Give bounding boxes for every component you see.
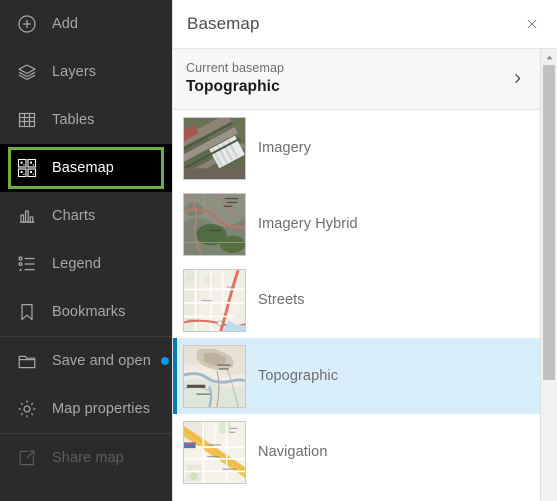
- imagery-thumbnail: [183, 116, 246, 180]
- close-icon[interactable]: [521, 13, 543, 35]
- folder-icon: [16, 350, 38, 372]
- sidebar-item-share-map: Share map: [0, 434, 172, 482]
- basemap-name: Navigation: [258, 444, 328, 460]
- bar-chart-icon: [16, 205, 38, 227]
- navigation-thumbnail: [183, 420, 246, 484]
- list-item[interactable]: Navigation: [173, 414, 540, 490]
- sidebar-item-label: Tables: [52, 112, 95, 128]
- sidebar-item-tables[interactable]: Tables: [0, 96, 172, 144]
- list-item[interactable]: Streets: [173, 262, 540, 338]
- topographic-thumbnail: [183, 344, 246, 408]
- unsaved-changes-badge: [160, 357, 169, 365]
- sidebar-item-label: Basemap: [52, 160, 114, 176]
- panel-scrollbar[interactable]: [540, 49, 557, 501]
- basemap-name: Topographic: [258, 368, 339, 384]
- sidebar-item-layers[interactable]: Layers: [0, 48, 172, 96]
- sidebar-item-charts[interactable]: Charts: [0, 192, 172, 240]
- sidebar-item-map-properties[interactable]: Map properties: [0, 385, 172, 433]
- current-basemap-row[interactable]: Current basemap Topographic: [173, 49, 540, 110]
- list-item[interactable]: Topographic: [173, 338, 540, 414]
- scroll-up-arrow-icon[interactable]: [541, 49, 557, 65]
- basemap-list: Imagery Imagery Hybrid Streets Topograph…: [173, 110, 540, 490]
- sidebar-item-label: Layers: [52, 64, 97, 80]
- gear-icon: [16, 398, 38, 420]
- streets-thumbnail: [183, 268, 246, 332]
- share-icon: [16, 447, 38, 469]
- current-basemap-label: Current basemap: [186, 61, 285, 75]
- sidebar-item-label: Legend: [52, 256, 101, 272]
- plus-circle-icon: [16, 13, 38, 35]
- sidebar-item-label: Map properties: [52, 401, 151, 417]
- map-viewer-window: Add Layers Tables Basemap Charts Legend …: [0, 0, 557, 501]
- basemap-name: Imagery Hybrid: [258, 216, 358, 232]
- sidebar-item-save-and-open[interactable]: Save and open: [0, 337, 172, 385]
- legend-list-icon: [16, 253, 38, 275]
- chevron-right-icon[interactable]: [511, 72, 526, 85]
- sidebar-item-add[interactable]: Add: [0, 0, 172, 48]
- layers-icon: [16, 61, 38, 83]
- bookmark-icon: [16, 301, 38, 323]
- sidebar-item-bookmarks[interactable]: Bookmarks: [0, 288, 172, 336]
- basemap-name: Imagery: [258, 140, 312, 156]
- sidebar-item-legend[interactable]: Legend: [0, 240, 172, 288]
- left-sidebar: Add Layers Tables Basemap Charts Legend …: [0, 0, 172, 501]
- basemap-name: Streets: [258, 292, 305, 308]
- basemap-panel: Basemap Current basemap Topographic Imag…: [172, 0, 557, 501]
- table-icon: [16, 109, 38, 131]
- sidebar-item-label: Charts: [52, 208, 96, 224]
- sidebar-item-basemap[interactable]: Basemap: [0, 144, 172, 192]
- scrollbar-thumb[interactable]: [543, 65, 555, 380]
- current-basemap-text: Current basemap Topographic: [186, 61, 284, 96]
- imagery-hybrid-thumbnail: [183, 192, 246, 256]
- list-item[interactable]: Imagery: [173, 110, 540, 186]
- sidebar-item-label: Bookmarks: [52, 304, 126, 320]
- panel-header: Basemap: [173, 0, 557, 49]
- sidebar-item-label: Save and open: [52, 353, 151, 369]
- current-basemap-value: Topographic: [186, 78, 280, 95]
- sidebar-item-label: Share map: [52, 450, 124, 466]
- list-item[interactable]: Imagery Hybrid: [173, 186, 540, 262]
- basemap-scroll-area: Current basemap Topographic Imagery Imag…: [173, 49, 540, 501]
- basemap-grid-icon: [16, 157, 38, 179]
- page-title: Basemap: [187, 14, 260, 33]
- panel-body: Current basemap Topographic Imagery Imag…: [173, 49, 557, 501]
- sidebar-item-label: Add: [52, 16, 79, 32]
